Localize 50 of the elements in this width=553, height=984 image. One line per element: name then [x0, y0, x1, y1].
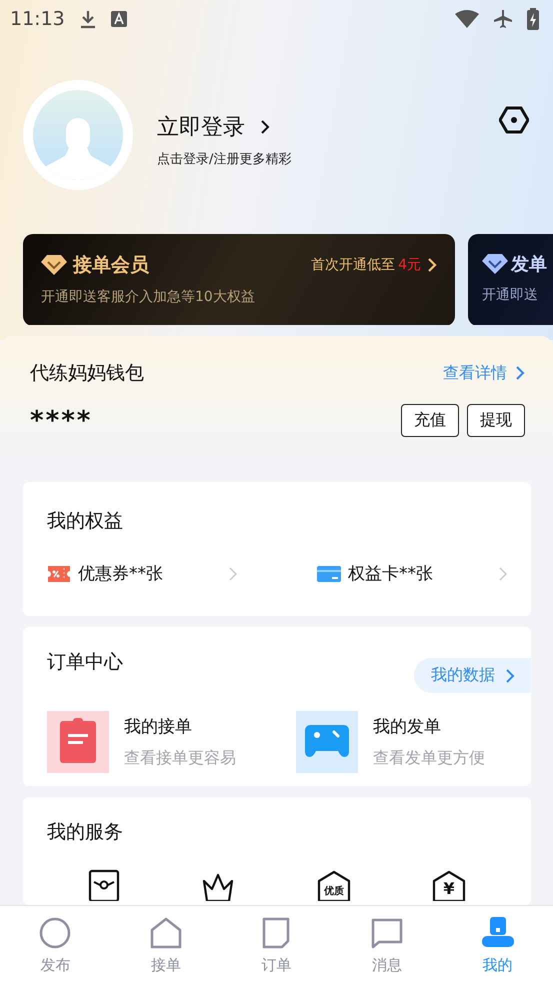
- diamond-icon: [41, 254, 67, 276]
- gamepad-icon: [296, 710, 358, 773]
- person-icon: [480, 916, 515, 950]
- login-hint: 点击登录/注册更多精彩: [157, 150, 292, 168]
- login-link[interactable]: 立即登录: [157, 112, 292, 142]
- order-subtitle: 查看发单更方便: [373, 748, 485, 769]
- section-title: 订单中心: [47, 650, 123, 675]
- membership-offer: 首次开通低至 4元: [311, 256, 421, 274]
- membership-subtitle: 开通即送客服介入加急等10大权益: [41, 288, 256, 306]
- order-title: 我的接单: [124, 716, 193, 738]
- benefit-item[interactable]: 优惠券**张: [47, 562, 237, 586]
- envelope-icon[interactable]: [88, 869, 120, 901]
- wallet-button[interactable]: 提现: [467, 404, 525, 438]
- membership-title: 接单会员: [73, 252, 149, 278]
- order-subtitle: 查看接单更容易: [124, 748, 236, 769]
- chevron-right-icon: [259, 118, 271, 135]
- membership-card[interactable]: 发单 开通即送: [468, 234, 553, 326]
- chevron-right-icon: [427, 258, 437, 272]
- section-title: 我的权益: [47, 509, 124, 534]
- clipboard-icon: [47, 710, 109, 773]
- battery-icon: [527, 8, 539, 30]
- download-icon: [78, 8, 97, 29]
- order-title: 我的发单: [373, 716, 442, 738]
- membership-subtitle: 开通即送: [482, 286, 539, 304]
- home-icon: [148, 916, 183, 950]
- chevron-right-icon: [499, 566, 507, 581]
- membership-card[interactable]: 接单会员 首次开通低至 4元 开通即送客服介入加急等10大权益: [23, 234, 455, 326]
- section-title: 我的服务: [47, 820, 124, 845]
- diamond-icon: [482, 252, 508, 275]
- badge-icon[interactable]: 优质: [316, 869, 351, 901]
- order-item[interactable]: 我的发单 查看发单更方便: [296, 710, 531, 773]
- chevron-right-icon: [515, 366, 525, 380]
- card-icon: [317, 564, 341, 583]
- coupon-icon: [47, 564, 71, 583]
- person-silhouette-icon: [33, 90, 123, 180]
- settings-icon[interactable]: [499, 104, 529, 135]
- wallet-balance: ****: [30, 406, 92, 436]
- keyboard-icon: [110, 10, 127, 27]
- badge-icon[interactable]: ¥: [432, 869, 466, 901]
- wallet-title: 代练妈妈钱包: [30, 361, 144, 386]
- wallet-button[interactable]: 充值: [401, 404, 459, 438]
- wifi-icon: [455, 10, 479, 28]
- status-time: 11:13: [10, 8, 65, 30]
- chevron-right-icon: [505, 668, 515, 683]
- circle-icon: [38, 916, 72, 950]
- chevron-right-icon: [229, 566, 237, 581]
- membership-title: 发单: [511, 252, 547, 276]
- airplane-icon: [493, 8, 513, 29]
- benefit-item[interactable]: 权益卡**张: [317, 562, 507, 586]
- order-item[interactable]: 我的接单 查看接单更容易: [47, 710, 282, 773]
